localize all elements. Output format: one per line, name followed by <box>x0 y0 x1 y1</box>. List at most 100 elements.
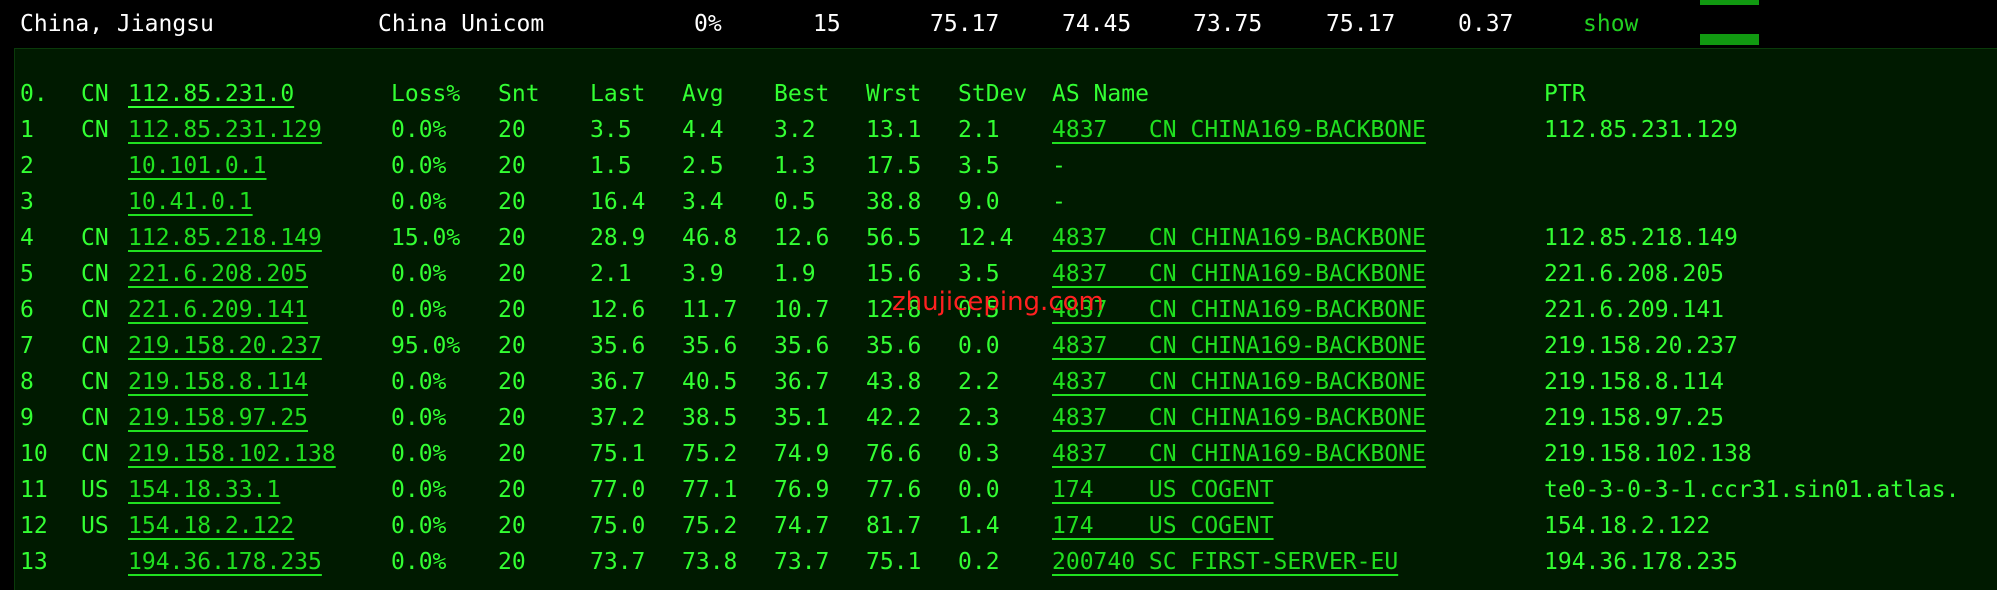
as-name-link[interactable]: 4837 CN CHINA169-BACKBONE <box>1052 292 1426 328</box>
country-code: CN <box>81 333 109 359</box>
wrst-value: 76.6 <box>866 441 922 467</box>
best-value: 74.9 <box>774 441 830 467</box>
ptr-value: 194.36.178.235 <box>1544 549 1738 575</box>
as-name-link[interactable]: 4837 CN CHINA169-BACKBONE <box>1052 364 1426 400</box>
as-name-link[interactable]: 174 US COGENT <box>1052 472 1274 508</box>
country-code: US <box>81 477 109 503</box>
summary-best: 73.75 <box>1193 11 1263 37</box>
hop-row: 12 US 154.18.2.122 0.0% 20 75.0 75.2 74.7 81.7 1.… <box>15 508 1997 544</box>
hop-ip-link[interactable]: 219.158.102.138 <box>128 436 336 472</box>
avg-value: 2.5 <box>682 153 724 179</box>
snt-value: 20 <box>498 441 526 467</box>
hop-number: 4 <box>20 225 34 251</box>
avg-value: 75.2 <box>682 513 738 539</box>
summary-stdev: 0.37 <box>1458 11 1514 37</box>
snt-value: 20 <box>498 477 526 503</box>
header-loss: Loss% <box>391 81 461 107</box>
as-name-link[interactable]: 4837 CN CHINA169-BACKBONE <box>1052 436 1426 472</box>
ptr-value: 219.158.8.114 <box>1544 369 1725 395</box>
as-name-link[interactable]: 4837 CN CHINA169-BACKBONE <box>1052 220 1426 256</box>
as-name-link: - <box>1052 189 1066 215</box>
stdev-value: 2.1 <box>958 117 1000 143</box>
ptr-value: 154.18.2.122 <box>1544 513 1711 539</box>
best-value: 35.6 <box>774 333 830 359</box>
hop-ip-link[interactable]: 10.101.0.1 <box>128 148 266 184</box>
best-value: 74.7 <box>774 513 830 539</box>
snt-value: 20 <box>498 513 526 539</box>
hop-number: 6 <box>20 297 34 323</box>
as-name-link[interactable]: 4837 CN CHINA169-BACKBONE <box>1052 112 1426 148</box>
hop-ip-link[interactable]: 10.41.0.1 <box>128 184 253 220</box>
ptr-value: 112.85.218.149 <box>1544 225 1738 251</box>
hop-ip-link[interactable]: 219.158.97.25 <box>128 400 308 436</box>
as-name-link[interactable]: 4837 CN CHINA169-BACKBONE <box>1052 328 1426 364</box>
best-value: 1.3 <box>774 153 816 179</box>
hop-ip-link[interactable]: 221.6.209.141 <box>128 292 308 328</box>
snt-value: 20 <box>498 369 526 395</box>
ptr-value: 219.158.20.237 <box>1544 333 1738 359</box>
snt-value: 20 <box>498 189 526 215</box>
country-code: CN <box>81 117 109 143</box>
hop-row: 1 CN 112.85.231.129 0.0% 20 3.5 4.4 3.2 13.1 2.1 4… <box>15 112 1997 148</box>
avg-value: 46.8 <box>682 225 738 251</box>
ptr-value: 221.6.209.141 <box>1544 297 1725 323</box>
loss-value: 0.0% <box>391 153 447 179</box>
wrst-value: 43.8 <box>866 369 922 395</box>
last-value: 75.1 <box>590 441 646 467</box>
avg-value: 77.1 <box>682 477 738 503</box>
hop-ip-link[interactable]: 112.85.231.129 <box>128 112 322 148</box>
ptr-value: 221.6.208.205 <box>1544 261 1725 287</box>
stdev-value: 2.2 <box>958 369 1000 395</box>
hop-row: 4 CN 112.85.218.149 15.0% 20 28.9 46.8 12.6 56.5… <box>15 220 1997 256</box>
hop-ip-link[interactable]: 154.18.2.122 <box>128 508 294 544</box>
best-value: 35.1 <box>774 405 830 431</box>
as-name-link[interactable]: 4837 CN CHINA169-BACKBONE <box>1052 256 1426 292</box>
loss-value: 0.0% <box>391 441 447 467</box>
hop-ip-link[interactable]: 112.85.218.149 <box>128 220 322 256</box>
header-last: Last <box>590 81 646 107</box>
header-wrst: Wrst <box>866 81 922 107</box>
last-value: 75.0 <box>590 513 646 539</box>
last-value: 16.4 <box>590 189 646 215</box>
last-value: 37.2 <box>590 405 646 431</box>
hop-number: 1 <box>20 117 34 143</box>
header-host-link[interactable]: 112.85.231.0 <box>128 76 294 112</box>
hop-number: 5 <box>20 261 34 287</box>
avg-value: 4.4 <box>682 117 724 143</box>
loss-value: 0.0% <box>391 261 447 287</box>
as-name-link[interactable]: 200740 SC FIRST-SERVER-EU <box>1052 544 1398 580</box>
hop-ip-link[interactable]: 219.158.20.237 <box>128 328 322 364</box>
table-header-row: 0. CN 112.85.231.0 Loss% Snt Last Avg Be… <box>15 76 1997 112</box>
avg-value: 40.5 <box>682 369 738 395</box>
stdev-value: 0.0 <box>958 333 1000 359</box>
avg-value: 3.4 <box>682 189 724 215</box>
hop-ip-link[interactable]: 219.158.8.114 <box>128 364 308 400</box>
ptr-value: 219.158.97.25 <box>1544 405 1725 431</box>
last-value: 35.6 <box>590 333 646 359</box>
snt-value: 20 <box>498 297 526 323</box>
hop-ip-link[interactable]: 154.18.33.1 <box>128 472 280 508</box>
country-code: CN <box>81 225 109 251</box>
avg-value: 35.6 <box>682 333 738 359</box>
best-value: 36.7 <box>774 369 830 395</box>
summary-row: China, Jiangsu China Unicom 0% 15 75.17 … <box>0 0 1997 48</box>
header-avg: Avg <box>682 81 724 107</box>
as-name-link[interactable]: 174 US COGENT <box>1052 508 1274 544</box>
show-link[interactable]: show <box>1583 0 1638 48</box>
hop-row: 13 194.36.178.235 0.0% 20 73.7 73.8 73.7 75.1 0.… <box>15 544 1997 580</box>
last-value: 2.1 <box>590 261 632 287</box>
hop-ip-link[interactable]: 194.36.178.235 <box>128 544 322 580</box>
as-name-link[interactable]: 4837 CN CHINA169-BACKBONE <box>1052 400 1426 436</box>
hop-ip-link[interactable]: 221.6.208.205 <box>128 256 308 292</box>
country-code: US <box>81 513 109 539</box>
hop-number: 12 <box>20 513 48 539</box>
wrst-value: 77.6 <box>866 477 922 503</box>
loss-value: 0.0% <box>391 189 447 215</box>
ptr-value: 219.158.102.138 <box>1544 441 1752 467</box>
summary-loss: 0% <box>694 11 722 37</box>
best-value: 73.7 <box>774 549 830 575</box>
loss-value: 0.0% <box>391 477 447 503</box>
hop-number: 8 <box>20 369 34 395</box>
avg-value: 75.2 <box>682 441 738 467</box>
loss-value: 0.0% <box>391 513 447 539</box>
